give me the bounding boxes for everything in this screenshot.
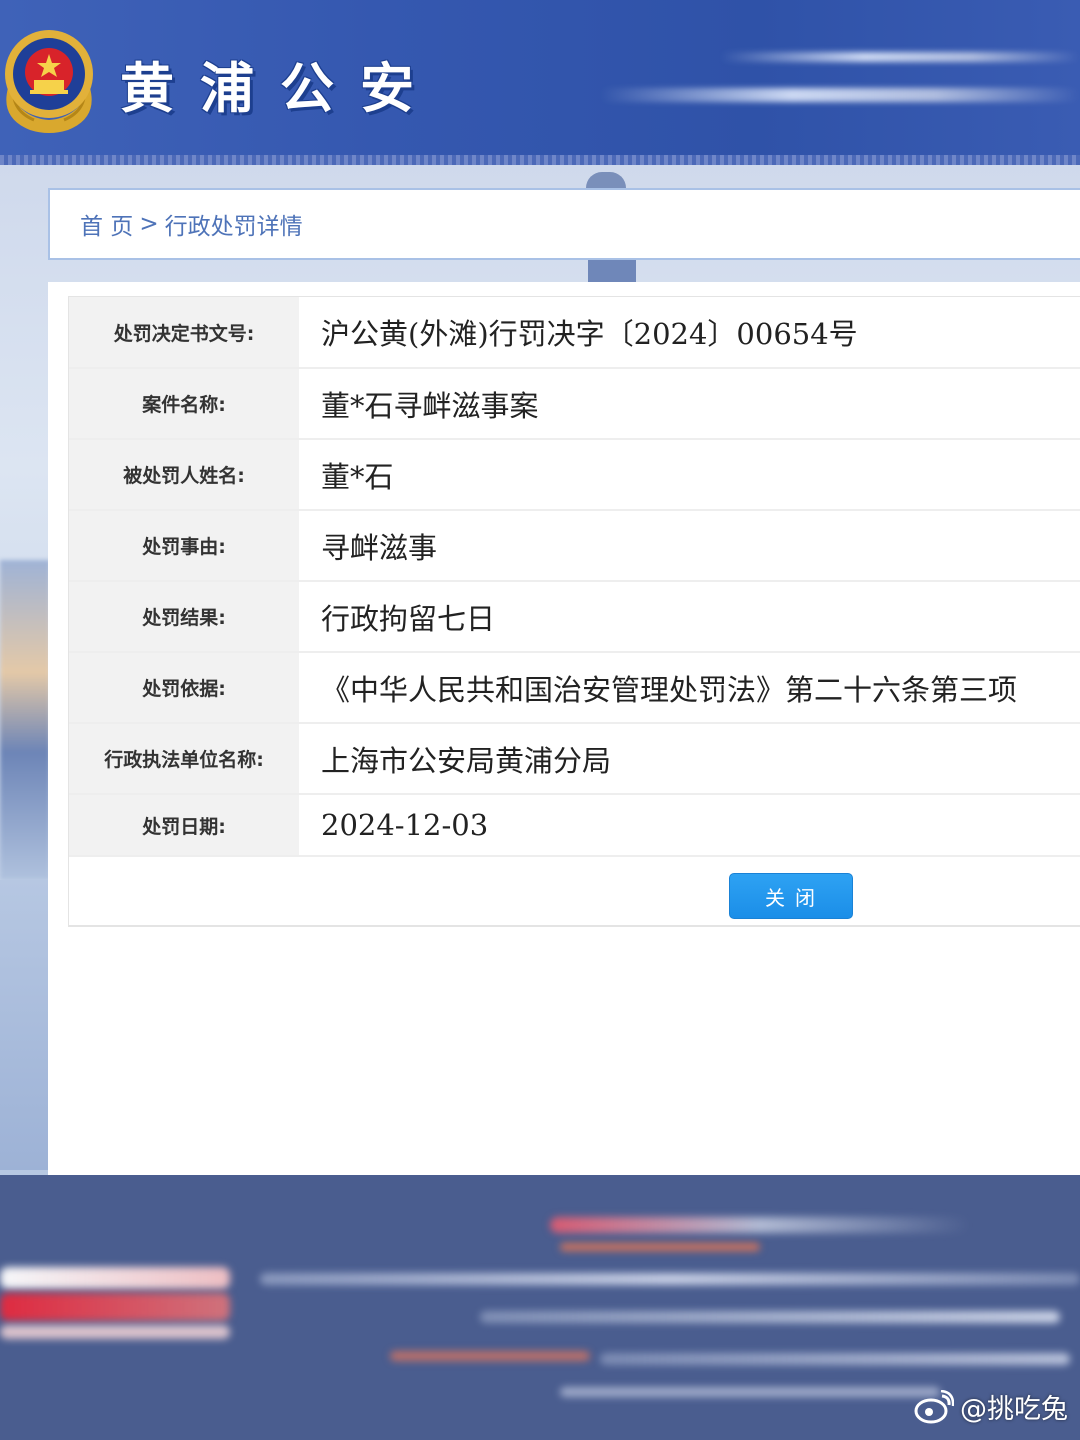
row-value: 沪公黄(外滩)行罚决字〔2024〕00654号 [321, 317, 858, 351]
background-cityscape-left [0, 880, 50, 1170]
row-value: 寻衅滋事 [321, 530, 438, 565]
site-footer: @挑吃兔 [0, 1175, 1080, 1440]
row-value: 《中华人民共和国治安管理处罚法》第二十六条第三项 [321, 672, 1018, 707]
watermark-text: @挑吃兔 [960, 1394, 1068, 1425]
footer-blur [0, 1293, 230, 1321]
row-value: 2024-12-03 [321, 808, 489, 842]
row-value: 董*石寻衅滋事案 [321, 388, 539, 423]
footer-blur [260, 1273, 1080, 1285]
row-label: 被处罚人姓名: [69, 440, 299, 509]
footer-blur [480, 1311, 1060, 1323]
breadcrumb-current: 行政处罚详情 [164, 214, 303, 240]
table-action-row: 关闭 [69, 857, 1080, 927]
watermark: @挑吃兔 [914, 1387, 1068, 1426]
penalty-detail-table: 处罚决定书文号: 沪公黄(外滩)行罚决字〔2024〕00654号 案件名称: 董… [68, 296, 1080, 927]
footer-blur [0, 1325, 230, 1339]
weibo-icon [914, 1389, 954, 1423]
close-button[interactable]: 关闭 [729, 873, 853, 919]
row-label: 处罚日期: [69, 795, 299, 855]
footer-blur [390, 1351, 590, 1361]
background-building [588, 258, 636, 284]
table-row: 处罚依据: 《中华人民共和国治安管理处罚法》第二十六条第三项 [69, 653, 1080, 724]
header-light-streak [720, 52, 1080, 62]
breadcrumb: 首 页 > 行政处罚详情 [48, 188, 1080, 260]
footer-blur [550, 1217, 970, 1233]
table-row: 处罚事由: 寻衅滋事 [69, 511, 1080, 582]
page: 黄浦公安 首 页 > 行政处罚详情 处罚决定书文号: 沪公黄(外滩)行罚决字〔2… [0, 0, 1080, 1440]
table-row: 处罚日期: 2024-12-03 [69, 795, 1080, 857]
breadcrumb-home-link[interactable]: 首 页 [80, 207, 133, 241]
detail-panel: 处罚决定书文号: 沪公黄(外滩)行罚决字〔2024〕00654号 案件名称: 董… [48, 282, 1080, 1175]
row-label: 案件名称: [69, 369, 299, 438]
footer-blur [560, 1243, 760, 1251]
table-row: 处罚结果: 行政拘留七日 [69, 582, 1080, 653]
row-label: 处罚事由: [69, 511, 299, 580]
background-cityscape-left [0, 560, 50, 880]
site-title: 黄浦公安 [120, 56, 440, 120]
row-label: 处罚依据: [69, 653, 299, 722]
row-value: 上海市公安局黄浦分局 [321, 743, 612, 778]
header-light-streak [600, 88, 1080, 102]
footer-blur [560, 1387, 940, 1397]
row-label: 处罚决定书文号: [69, 297, 299, 367]
table-row: 案件名称: 董*石寻衅滋事案 [69, 369, 1080, 440]
table-row: 被处罚人姓名: 董*石 [69, 440, 1080, 511]
footer-blur [600, 1353, 1070, 1365]
row-label: 处罚结果: [69, 582, 299, 651]
table-row: 处罚决定书文号: 沪公黄(外滩)行罚决字〔2024〕00654号 [69, 297, 1080, 369]
table-row: 行政执法单位名称: 上海市公安局黄浦分局 [69, 724, 1080, 795]
police-emblem-icon [5, 30, 93, 133]
breadcrumb-separator: > [139, 211, 159, 237]
footer-blur [0, 1267, 230, 1289]
site-header: 黄浦公安 [0, 0, 1080, 165]
row-value: 行政拘留七日 [321, 601, 496, 636]
row-value: 董*石 [321, 459, 394, 494]
row-label: 行政执法单位名称: [69, 724, 299, 793]
